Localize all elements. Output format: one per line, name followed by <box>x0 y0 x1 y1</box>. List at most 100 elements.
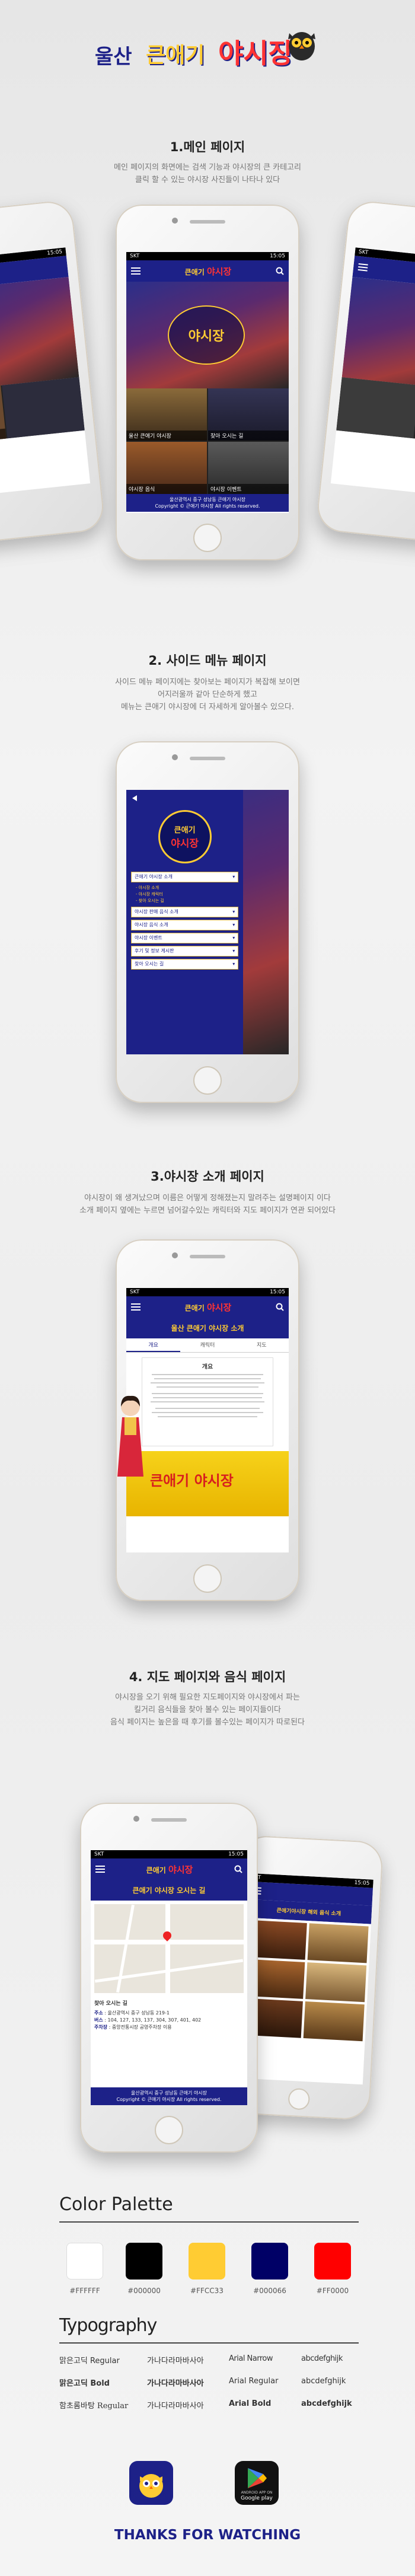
tab-overview[interactable]: 개요 <box>126 1338 181 1352</box>
search-icon[interactable] <box>276 1303 284 1311</box>
side-menu-screen: 큰애기 야시장 큰애기 야시장 소개 ▾ - 야시장 소개 - 야시장 캐릭터 -… <box>126 790 289 1054</box>
intro-screen: SKT 15:05 큰애기 야시장 울산 큰애기 야시장 소개 개요 캐릭터 지도… <box>126 1288 289 1552</box>
google-play-badge[interactable]: ANDROID APP ON Google play <box>235 2461 279 2505</box>
app-logo: 큰애기 야시장 <box>184 266 232 277</box>
food-grid <box>239 1917 371 2044</box>
app-icon[interactable] <box>129 2461 173 2505</box>
hero-image[interactable]: 야시장 <box>126 282 289 388</box>
section-3-desc-line: 야시장이 왜 생겨났으며 이름은 어떻게 정해졌는지 말려주는 설명페이지 이다 <box>84 1194 331 1203</box>
map-screen: SKT 15:05 큰애기 야시장 큰애기 야시장 오시는 길 찾아 오시는 길 … <box>91 1850 247 2105</box>
search-icon[interactable] <box>276 267 284 275</box>
swatch-label: #FF0000 <box>316 2287 349 2295</box>
tab-map[interactable]: 지도 <box>235 1338 289 1352</box>
photo-grid: 울산 큰애기 야시장 찾아 오시는 길 야시장 음식 야시장 이벤트 <box>126 388 289 494</box>
presentation-page: 울산 큰애기 야시장 1.메인 페이지 메인 페이지의 화면에는 검색 기능과 … <box>0 0 415 2576</box>
phone-main-page: SKT 15:05 큰애기 야시장 야시장 울산 큰애기 야시장 찾아 오시는 길… <box>116 205 299 560</box>
app-logo: 큰애기 야시장 <box>184 1302 232 1313</box>
tab-character[interactable]: 캐릭터 <box>180 1338 234 1352</box>
header-logo: 울산 큰애기 야시장 <box>0 23 415 88</box>
badge-top-text: ANDROID APP ON <box>241 2491 273 2495</box>
phone-screen: SKT15:05 야시장 이벤트 <box>330 247 415 500</box>
typo-en-sample: abcdefghijk <box>301 2377 346 2386</box>
grid-cell[interactable]: 울산 큰애기 야시장 <box>126 388 207 441</box>
typography-title: Typography <box>59 2315 157 2336</box>
section-1-desc-line: 메인 페이지의 화면에는 검색 기능과 야시장의 큰 카테고리 <box>114 163 301 172</box>
photo-grid: 울산 큰애기 야시장 <box>0 377 85 447</box>
food-photo[interactable] <box>305 1962 367 2003</box>
parking-value: 중앙전통시장 공영주차장 이용 <box>111 2025 172 2030</box>
phone-left: SKT15:05 울산 큰애기 야시장 <box>0 199 106 549</box>
submenu-item[interactable]: - 야시장 캐릭터 <box>131 891 238 898</box>
menu-icon[interactable] <box>131 1303 141 1311</box>
grid-cell[interactable]: 야시장 이벤트 <box>208 442 289 494</box>
swatch-black <box>126 2243 162 2279</box>
submenu-item[interactable]: - 야시장 소개 <box>131 885 238 891</box>
search-icon[interactable] <box>234 1865 242 1873</box>
section-2-desc-line: 사이드 메뉴 페이지에는 찾아보는 페이지가 복잡해 보이면 <box>115 678 300 687</box>
menu-item[interactable]: 야시장 음식 소개 ▾ <box>131 920 239 930</box>
home-button <box>193 524 222 552</box>
thanks-text: THANKS FOR WATCHING <box>114 2527 301 2543</box>
typo-en-sample: abcdefghijk <box>301 2354 343 2363</box>
food-photo[interactable] <box>307 1923 369 1963</box>
time: 15:05 <box>354 1880 370 1887</box>
mascot-girl-illustration <box>117 1395 143 1477</box>
typo-font-name: 함초롬바탕 Regular <box>59 2402 129 2411</box>
google-play-icon <box>248 2468 267 2488</box>
section-3-desc: 야시장이 왜 생겨났으며 이름은 어떻게 정해졌는지 말려주는 설명페이지 이다… <box>0 1192 415 1217</box>
drawer-logo: 큰애기 야시장 <box>158 810 212 863</box>
typo-en-sample: abcdefghijk <box>301 2399 352 2408</box>
drawer-logo-text: 야시장 <box>171 838 199 850</box>
menu-item[interactable]: 야시장 이벤트 ▾ <box>131 933 239 943</box>
menu-icon[interactable] <box>131 267 141 275</box>
menu-item[interactable]: 야시장 판매 음식 소개 ▾ <box>131 907 239 917</box>
carrier: SKT <box>358 248 369 256</box>
section-4-desc-line: 킬거리 음식들을 찾아 볼수 있는 페이지들이다 <box>134 1705 281 1714</box>
submenu-item[interactable]: - 찾아 오시는 길 <box>131 898 238 904</box>
section-2-title: 2. 사이드 메뉴 페이지 <box>148 653 267 668</box>
app-footer: 울산광역시 중구 성남동 큰애기 야시장 Copyright © 큰애기 야시장 … <box>126 494 289 512</box>
typo-en-font: Arial Narrow <box>229 2354 273 2363</box>
chevron-down-icon: ▾ <box>232 935 235 941</box>
section-1-desc-line: 클릭 할 수 있는 야시장 사진들이 나타나 있다 <box>135 176 280 184</box>
phone-map-page: SKT 15:05 큰애기 야시장 큰애기 야시장 오시는 길 찾아 오시는 길 … <box>80 1803 258 2153</box>
section-4-desc: 야시장을 오기 위해 필요한 지도페이지와 야시장에서 파는 킬거리 음식들을 … <box>0 1691 415 1729</box>
address-value: 울산광역시 중구 성남동 219-1 <box>107 2010 170 2016</box>
menu-item[interactable]: 후기 및 정보 게시판 ▾ <box>131 946 239 957</box>
home-button <box>155 2116 183 2144</box>
time: 15:05 <box>270 253 285 259</box>
map-header: 큰애기 야시장 오시는 길 <box>91 1880 247 1901</box>
menu-icon[interactable] <box>95 1866 105 1873</box>
main-page-screen: SKT 15:05 큰애기 야시장 야시장 울산 큰애기 야시장 찾아 오시는 길… <box>126 252 289 513</box>
home-button <box>193 1564 222 1593</box>
typography-divider <box>59 2342 359 2344</box>
chevron-down-icon: ▾ <box>232 922 235 927</box>
menu-icon[interactable] <box>357 263 368 272</box>
market-sign-image: 큰애기 야시장 <box>126 1451 289 1516</box>
hero-image <box>0 277 79 394</box>
grid-cell[interactable]: 찾아 오시는 길 <box>208 388 289 441</box>
section-2-desc: 사이드 메뉴 페이지에는 찾아보는 페이지가 복잡해 보이면 어지러울까 같아 … <box>0 676 415 713</box>
swatch-yellow <box>189 2243 225 2279</box>
menu-item[interactable]: 찾아 오시는 길 ▾ <box>131 959 239 970</box>
menu-item[interactable]: 큰애기 야시장 소개 ▾ <box>131 872 239 882</box>
section-1-title: 1.메인 페이지 <box>170 140 245 154</box>
swatch-label: #FFCC33 <box>190 2287 224 2295</box>
bus-label: 버스 <box>94 2017 103 2023</box>
directions-info: 찾아 오시는 길 주소 : 울산광역시 중구 성남동 219-1 버스 : 10… <box>91 1997 247 2035</box>
cell-label: 야시장 이벤트 <box>208 484 289 494</box>
section-4-desc-line: 음식 페이지는 높은을 때 후기를 볼수있는 페이지가 따로된다 <box>110 1718 305 1727</box>
section-1-desc: 메인 페이지의 화면에는 검색 기능과 야시장의 큰 카테고리 클릭 할 수 있… <box>0 161 415 186</box>
phone-side-menu: 큰애기 야시장 큰애기 야시장 소개 ▾ - 야시장 소개 - 야시장 캐릭터 -… <box>116 741 299 1103</box>
swatch-label: #FFFFFF <box>69 2287 100 2295</box>
home-button <box>288 2087 311 2110</box>
back-arrow-icon[interactable] <box>131 795 138 802</box>
address-label: 주소 <box>94 2010 103 2016</box>
food-photo[interactable] <box>303 2001 365 2042</box>
typo-ko-sample: 가나다라마바사아 <box>147 2357 204 2365</box>
location-map[interactable] <box>94 1904 244 1993</box>
typo-en-font: Arial Regular <box>229 2377 279 2386</box>
grid-cell[interactable]: 야시장 음식 <box>126 442 207 494</box>
section-4-desc-line: 야시장을 오기 위해 필요한 지도페이지와 야시장에서 파는 <box>115 1693 300 1702</box>
carrier: SKT <box>94 1851 104 1857</box>
